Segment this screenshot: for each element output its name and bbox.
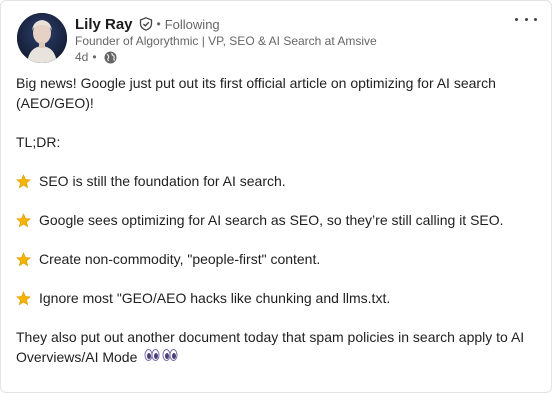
more-dot bbox=[524, 17, 528, 21]
follow-status[interactable]: Following bbox=[165, 17, 220, 32]
star-icon bbox=[16, 251, 31, 266]
verified-badge-icon bbox=[139, 17, 153, 31]
star-icon bbox=[16, 212, 31, 227]
author-name-row: Lily Ray • Following bbox=[75, 14, 220, 34]
feed-post-card: Lily Ray • Following Founder of Algoryth… bbox=[0, 0, 552, 393]
bullet-text: Ignore most "GEO/AEO hacks like chunking… bbox=[39, 290, 391, 306]
more-dot bbox=[515, 17, 518, 21]
more-options-button[interactable] bbox=[515, 11, 537, 27]
author-name[interactable]: Lily Ray bbox=[75, 16, 133, 33]
star-icon bbox=[16, 173, 31, 188]
outro-text: They also put out another document today… bbox=[16, 329, 525, 365]
star-icon bbox=[16, 290, 31, 305]
author-headline: Founder of Algorythmic | VP, SEO & AI Se… bbox=[75, 34, 377, 48]
post-intro: Big news! Google just put out its first … bbox=[16, 75, 496, 111]
bullet-item: Ignore most "GEO/AEO hacks like chunking… bbox=[16, 288, 536, 308]
post-time[interactable]: 4d bbox=[75, 50, 88, 64]
bullet-text: Create non-commodity, "people-first" con… bbox=[39, 251, 321, 267]
post-meta: 4d • bbox=[75, 50, 117, 64]
post-body: Big news! Google just put out its first … bbox=[16, 73, 536, 386]
avatar[interactable] bbox=[17, 13, 67, 63]
bullet-item: SEO is still the foundation for AI searc… bbox=[16, 171, 536, 191]
post-header: Lily Ray • Following Founder of Algoryth… bbox=[17, 13, 511, 65]
bullet-text: SEO is still the foundation for AI searc… bbox=[39, 173, 286, 189]
bullet-item: Create non-commodity, "people-first" con… bbox=[16, 249, 536, 269]
more-dot bbox=[534, 17, 537, 21]
bullet-text: Google sees optimizing for AI search as … bbox=[39, 212, 504, 228]
separator-dot: • bbox=[92, 50, 97, 64]
eyes-icon bbox=[144, 348, 180, 362]
post-outro: They also put out another document today… bbox=[16, 327, 536, 367]
tldr-label: TL;DR: bbox=[16, 134, 61, 150]
bullet-item: Google sees optimizing for AI search as … bbox=[16, 210, 536, 230]
globe-icon bbox=[104, 51, 117, 64]
separator-dot: • bbox=[156, 17, 161, 31]
